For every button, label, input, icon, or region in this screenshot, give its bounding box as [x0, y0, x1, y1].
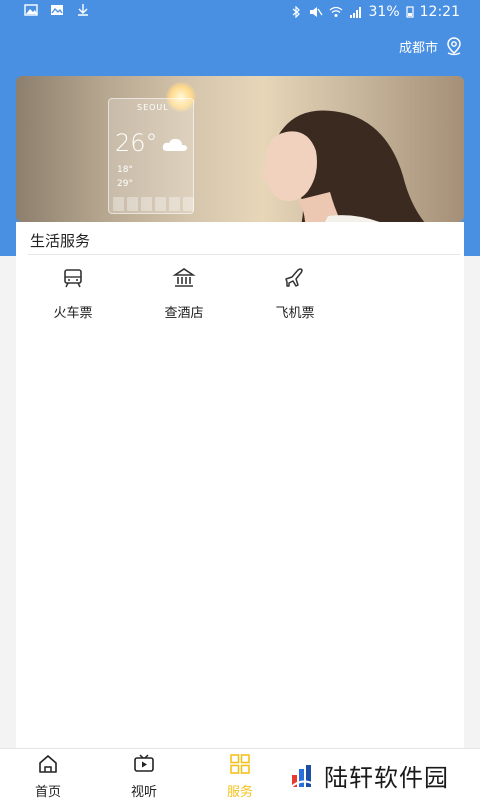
services-card: 生活服务 火车票 查酒店 飞机票	[16, 222, 464, 748]
watermark-text: 陆轩软件园	[324, 764, 449, 792]
grid-icon	[230, 754, 250, 774]
weather-panel-image: SEOUL 26° 18° 29°	[108, 98, 194, 214]
signal-icon	[349, 7, 361, 18]
location-pin-icon	[447, 37, 461, 56]
section-title: 生活服务	[30, 232, 91, 250]
tab-video-label: 视听	[130, 785, 157, 800]
bluetooth-icon	[292, 6, 300, 18]
woman-photo	[262, 110, 425, 222]
tab-home-label: 首页	[34, 785, 61, 800]
status-right-icons: 31% 12:21	[289, 4, 460, 20]
hotel-icon	[172, 268, 196, 287]
service-flight[interactable]: 飞机票	[255, 266, 335, 321]
weather-low-1: 18°	[117, 165, 133, 175]
battery-icon	[406, 6, 414, 18]
tab-home[interactable]: 首页	[18, 753, 78, 800]
section-divider	[28, 254, 460, 255]
status-left-icons	[24, 4, 90, 16]
weather-low-2: 29°	[117, 179, 133, 189]
watermark: 陆轩软件园	[290, 758, 449, 793]
watermark-logo-icon	[290, 764, 316, 788]
service-train-label: 火车票	[53, 306, 93, 321]
service-hotel[interactable]: 查酒店	[144, 266, 224, 321]
image-icon	[51, 5, 63, 15]
download-icon	[78, 4, 88, 16]
mute-icon	[309, 7, 323, 17]
promo-banner[interactable]: SEOUL 26° 18° 29°	[16, 76, 464, 222]
service-flight-label: 飞机票	[275, 306, 315, 321]
service-hotel-label: 查酒店	[164, 306, 204, 321]
wifi-icon	[329, 6, 342, 17]
cloud-icon	[162, 138, 188, 151]
video-icon	[134, 754, 154, 772]
gallery-icon	[24, 4, 38, 16]
weather-city: SEOUL	[137, 103, 169, 112]
status-bar: 31% 12:21	[0, 0, 480, 26]
tab-services-label: 服务	[226, 785, 253, 800]
train-icon	[64, 269, 82, 288]
clock: 12:21	[419, 4, 460, 20]
home-icon	[39, 755, 57, 773]
weather-forecast-row	[113, 197, 194, 211]
city-label: 成都市	[398, 40, 438, 56]
battery-percent: 31%	[368, 4, 400, 20]
tab-video[interactable]: 视听	[114, 753, 174, 800]
service-train[interactable]: 火车票	[33, 266, 113, 321]
tab-services[interactable]: 服务	[210, 753, 270, 800]
city-selector[interactable]: 成都市	[399, 36, 464, 56]
weather-temp: 26°	[115, 129, 158, 157]
airplane-icon	[285, 268, 303, 287]
